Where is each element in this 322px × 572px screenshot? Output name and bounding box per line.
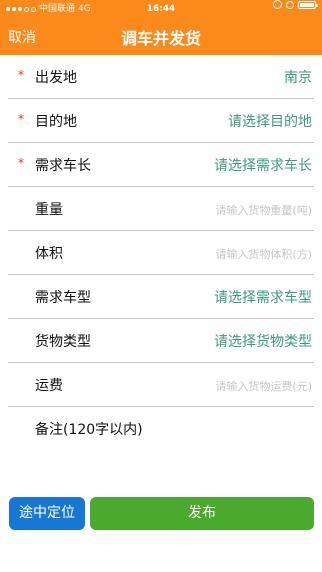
required-mark: * (18, 112, 24, 126)
form-row-remarks[interactable]: 备注(120字以内) (8, 407, 314, 450)
required-mark: * (18, 68, 24, 82)
volume-input[interactable]: 请输入货物体积(方) (215, 246, 312, 262)
form-row-weight[interactable]: 重量 请输入货物重量(吨) (8, 187, 314, 231)
weight-input[interactable]: 请输入货物重量(吨) (215, 202, 312, 218)
freight-input[interactable]: 请输入货物运费(元) (215, 378, 312, 394)
form-row-origin[interactable]: * 出发地 南京 (8, 55, 314, 99)
rotation-lock-icon (273, 0, 282, 9)
field-label: 重量 (35, 202, 63, 218)
header-bar: 中国联通 4G 16:44 取消 调车并发货 (0, 0, 322, 55)
locate-button[interactable]: 途中定位 (9, 497, 85, 530)
dispatch-form: * 出发地 南京 * 目的地 请选择目的地 * 需求车长 请选择需求车长 重量 … (0, 55, 322, 450)
required-mark: * (18, 156, 24, 170)
form-row-truck-type[interactable]: 需求车型 请选择需求车型 (8, 275, 314, 319)
publish-button[interactable]: 发布 (90, 497, 314, 530)
field-value: 南京 (284, 70, 312, 86)
field-label: 运费 (35, 378, 63, 394)
field-label: 备注(120字以内) (35, 422, 143, 438)
alarm-icon (286, 0, 294, 9)
battery-level-fill (300, 2, 314, 7)
field-label: 目的地 (35, 114, 77, 130)
field-label: 需求车长 (35, 158, 91, 174)
field-value: 请选择目的地 (228, 114, 312, 130)
status-bar: 中国联通 4G 16:44 (0, 0, 322, 18)
form-row-destination[interactable]: * 目的地 请选择目的地 (8, 99, 314, 143)
field-value: 请选择货物类型 (214, 334, 312, 350)
field-label: 体积 (35, 246, 63, 262)
status-right (273, 0, 318, 9)
field-label: 需求车型 (35, 290, 91, 306)
form-row-cargo-type[interactable]: 货物类型 请选择货物类型 (8, 319, 314, 363)
field-label: 出发地 (35, 70, 77, 86)
field-value: 请选择需求车长 (214, 158, 312, 174)
form-row-freight[interactable]: 运费 请输入货物运费(元) (8, 363, 314, 407)
form-row-volume[interactable]: 体积 请输入货物体积(方) (8, 231, 314, 275)
form-row-truck-length[interactable]: * 需求车长 请选择需求车长 (8, 143, 314, 187)
battery-icon (298, 0, 318, 9)
field-label: 货物类型 (35, 334, 91, 350)
page-title: 调车并发货 (120, 29, 201, 48)
field-value: 请选择需求车型 (214, 290, 312, 306)
